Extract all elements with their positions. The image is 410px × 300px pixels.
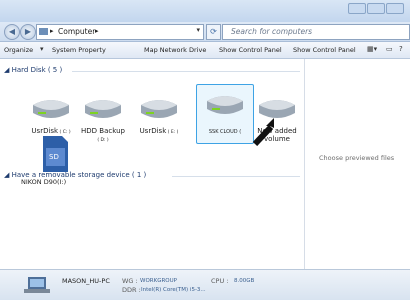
address-row: ◀ ▶ ▸ Computer ▸ ▾ ⟳ Search for computer… [0,22,410,42]
pc-name: MASON_HU-PC [62,277,110,285]
forward-button[interactable]: ▶ [20,24,36,40]
ddr-label: DDR : [122,286,141,294]
sd-card-icon: SD [43,136,68,172]
hard-drive-icon [141,100,177,118]
sd-card-label: NIKON D90(I:) [21,178,67,186]
computer-icon [24,277,50,293]
window-controls [347,3,404,14]
address-bar[interactable]: ▸ Computer ▸ ▾ [36,24,204,40]
help-icon[interactable]: ? [399,45,403,53]
refresh-button[interactable]: ⟳ [206,24,221,40]
chevron-down-icon[interactable]: ▾ [196,26,200,34]
preview-pane-icon[interactable]: ▭ [386,45,393,53]
svg-text:SD: SD [49,153,59,161]
preview-placeholder: Choose previewed files [319,154,395,162]
breadcrumb-computer[interactable]: Computer [58,27,95,36]
group-divider [72,71,300,72]
wg-label: WG : [122,277,138,285]
computer-icon [39,28,48,35]
maximize-button[interactable] [367,3,385,14]
search-input[interactable]: Search for computers [222,24,410,40]
drive-item-selected[interactable]: SSK CLOUD ( [196,84,254,144]
cpu-label: CPU : [211,277,229,285]
show-control-panel-button[interactable]: Show Control Panel [219,46,282,54]
back-button[interactable]: ◀ [4,24,20,40]
search-placeholder: Search for computers [231,27,313,36]
hard-drive-icon [207,96,243,114]
drive-item[interactable]: UsrDisk ( E: ) [136,89,182,149]
group-divider [172,176,300,177]
view-icon[interactable]: ▦▾ [367,45,377,53]
map-network-drive-button[interactable]: Map Network Drive [144,46,206,54]
wg-value: WORKGROUP [140,278,177,284]
cpu-value: 8.00GB [234,278,255,284]
group-header-hard-disk[interactable]: ◢ Hard Disk ( 5 ) [4,66,62,74]
preview-pane: Choose previewed files [304,59,410,269]
chevron-right-icon: ▸ [50,27,54,35]
show-control-panel-button-2[interactable]: Show Control Panel [293,46,356,54]
hard-drive-icon [33,100,69,118]
system-property-button[interactable]: System Property [52,46,106,54]
title-bar [0,0,410,22]
mouse-cursor-icon [252,118,274,146]
organize-button[interactable]: Organize [4,46,33,54]
chevron-right-icon: ▸ [95,27,99,35]
status-bar: MASON_HU-PC WG : WORKGROUP CPU : 8.00GB … [0,269,410,300]
chevron-down-icon: ▾ [40,45,44,53]
ddr-value: Intel(R) Core(TM) i5-3... [141,287,206,293]
command-toolbar: Organize ▾ System Property Map Network D… [0,42,410,59]
hard-drive-icon [85,100,121,118]
close-button[interactable] [386,3,404,14]
minimize-button[interactable] [348,3,366,14]
